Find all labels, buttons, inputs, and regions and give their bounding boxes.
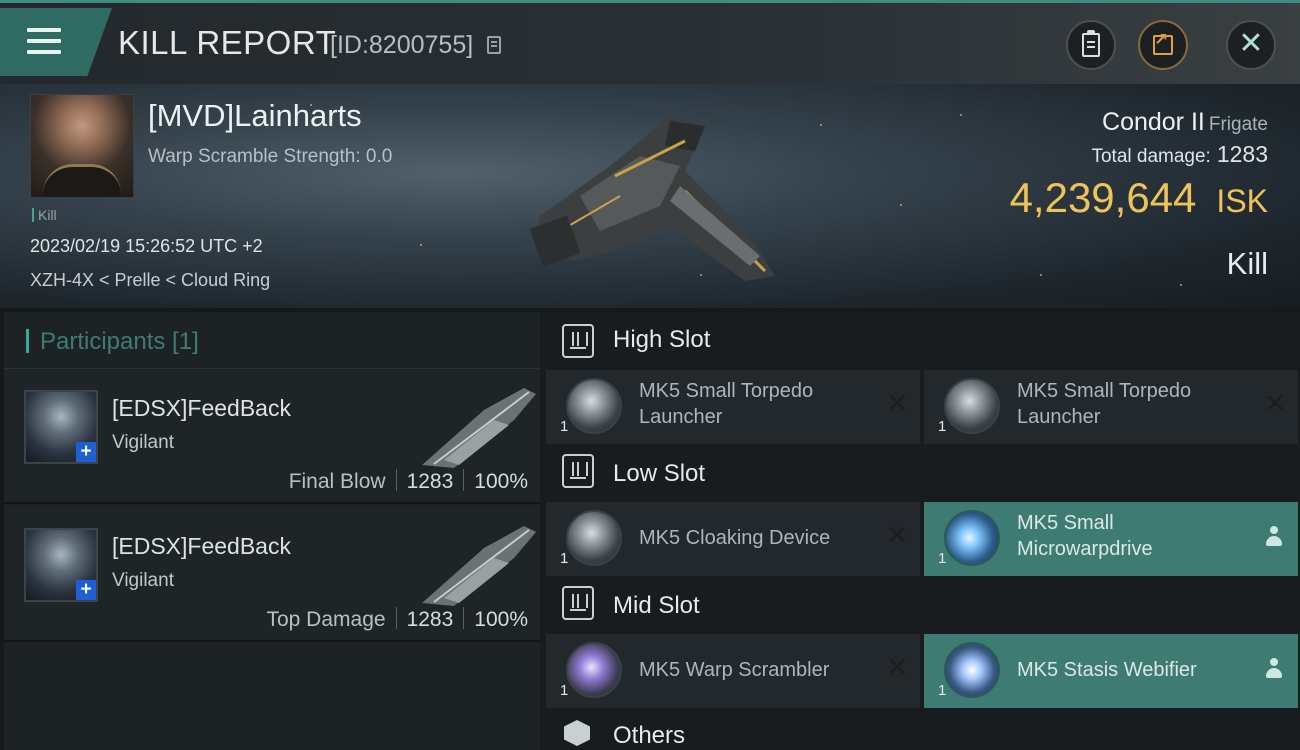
- mid-slot-title: Mid Slot: [613, 592, 700, 619]
- torpedo-launcher-icon: [944, 378, 1000, 434]
- ship-class: Frigate: [1208, 114, 1268, 135]
- destroyed-icon: ✕: [886, 520, 908, 550]
- others-header: Others: [540, 710, 1300, 750]
- destroyed-icon: ✕: [886, 388, 908, 418]
- clipboard-button[interactable]: [1066, 20, 1116, 70]
- participant-name[interactable]: [EDSX]FeedBack: [112, 533, 291, 560]
- top-accent-line: [0, 0, 1300, 3]
- isk-unit: ISK: [1216, 183, 1268, 219]
- module-quantity: 1: [560, 682, 569, 699]
- participant-ship-image: [422, 388, 536, 468]
- torpedo-launcher-icon: [566, 378, 622, 434]
- warp-scramble-strength: Warp Scramble Strength: 0.0: [148, 146, 393, 167]
- participant-percent: 100%: [474, 608, 528, 631]
- high-slot-header: High Slot: [540, 312, 1300, 370]
- participant-avatar[interactable]: +: [24, 390, 98, 464]
- module-name: MK5 Small Microwarpdrive: [1017, 512, 1153, 560]
- destroyed-icon: ✕: [1264, 388, 1286, 418]
- kill-location[interactable]: XZH-4X < Prelle < Cloud Ring: [30, 270, 270, 291]
- participant-stats: Top Damage 1283 100%: [266, 607, 528, 632]
- kill-timestamp: 2023/02/19 15:26:52 UTC +2: [30, 236, 263, 256]
- participant-damage: 1283: [406, 470, 454, 493]
- mid-slot-icon: [562, 586, 594, 620]
- destroyed-icon: ✕: [886, 652, 908, 682]
- participant-row[interactable]: + [EDSX]FeedBack Vigilant Final Blow 1283…: [4, 370, 540, 504]
- participant-damage: 1283: [406, 608, 454, 631]
- menu-button[interactable]: [0, 8, 112, 76]
- participant-row[interactable]: + [EDSX]FeedBack Vigilant Top Damage 1283…: [4, 508, 540, 642]
- kill-result-label: Kill: [1226, 246, 1268, 281]
- module-name: MK5 Warp Scrambler: [639, 659, 830, 681]
- participant-percent: 100%: [474, 470, 528, 493]
- isk-amount: 4,239,644: [1009, 174, 1197, 221]
- victim-panel: [MVD]Lainharts Warp Scramble Strength: 0…: [0, 84, 1300, 308]
- module-name: MK5 Stasis Webifier: [1017, 659, 1197, 681]
- module-quantity: 1: [560, 418, 569, 435]
- total-damage: Total damage: 1283: [1091, 141, 1268, 168]
- copy-icon[interactable]: [487, 36, 501, 54]
- module-quantity: 1: [938, 550, 947, 567]
- module-name: MK5 Small Torpedo Launcher: [639, 380, 814, 428]
- share-button[interactable]: ↗: [1138, 20, 1188, 70]
- others-title: Others: [613, 722, 686, 749]
- cloaking-device-icon: [566, 510, 622, 566]
- microwarpdrive-icon: [944, 510, 1000, 566]
- clipboard-icon: [1082, 30, 1100, 57]
- close-button[interactable]: ✕: [1226, 20, 1276, 70]
- ship-name-text: Condor II: [1102, 108, 1205, 136]
- mid-slot-header: Mid Slot: [540, 576, 1300, 634]
- module-name: MK5 Small Torpedo Launcher: [1017, 380, 1192, 428]
- low-slot-icon: [562, 454, 594, 488]
- stasis-webifier-icon: [944, 642, 1000, 698]
- module-item[interactable]: 1 MK5 Warp Scrambler ✕: [546, 634, 920, 708]
- low-slot-title: Low Slot: [613, 460, 706, 487]
- dropped-person-icon: [1266, 658, 1282, 680]
- victim-portrait[interactable]: [30, 94, 134, 198]
- participant-stats: Final Blow 1283 100%: [289, 469, 528, 494]
- report-id: [ID:8200755]: [330, 31, 474, 59]
- warp-scrambler-icon: [566, 642, 622, 698]
- low-slot-header: Low Slot: [540, 444, 1300, 502]
- fittings-panel: High Slot 1 MK5 Small Torpedo Launcher ✕…: [540, 312, 1300, 750]
- close-icon: ✕: [1238, 27, 1264, 60]
- module-quantity: 1: [560, 550, 569, 567]
- participants-title: Participants [1]: [40, 328, 199, 355]
- participant-role: Final Blow: [288, 470, 386, 493]
- victim-pilot-name[interactable]: [MVD]Lainharts: [148, 98, 362, 134]
- high-slot-icon: [562, 324, 594, 358]
- participant-ship: Vigilant: [112, 432, 174, 453]
- participant-avatar[interactable]: +: [24, 528, 98, 602]
- module-item[interactable]: 1 MK5 Stasis Webifier: [924, 634, 1298, 708]
- dropped-person-icon: [1266, 526, 1282, 548]
- participant-ship: Vigilant: [112, 570, 174, 591]
- victim-ship-render: [529, 116, 775, 281]
- module-name: MK5 Cloaking Device: [639, 527, 831, 549]
- participant-role: Top Damage: [266, 608, 386, 631]
- add-contact-icon[interactable]: +: [76, 442, 96, 462]
- page-title: KILL REPORT: [118, 24, 337, 61]
- module-item[interactable]: 1 MK5 Cloaking Device ✕: [546, 502, 920, 576]
- top-bar: KILL REPORT [ID:8200755] ↗ ✕: [0, 0, 1300, 84]
- share-arrow-icon: ↗: [1154, 30, 1169, 49]
- participants-panel: Participants [1] + [EDSX]FeedBack Vigila…: [4, 312, 540, 750]
- participant-ship-image: [422, 526, 536, 606]
- isk-value: 4,239,644 ISK: [1010, 174, 1268, 222]
- module-quantity: 1: [938, 418, 947, 435]
- victim-ship-name[interactable]: Condor II Frigate: [1102, 108, 1268, 137]
- participant-name[interactable]: [EDSX]FeedBack: [112, 395, 291, 422]
- module-item[interactable]: 1 MK5 Small Torpedo Launcher ✕: [924, 370, 1298, 444]
- total-damage-value: 1283: [1216, 141, 1268, 167]
- module-item[interactable]: 1 MK5 Small Microwarpdrive: [924, 502, 1298, 576]
- participants-header: Participants [1]: [4, 312, 540, 369]
- add-contact-icon[interactable]: +: [76, 580, 96, 600]
- cube-icon: [564, 720, 590, 746]
- module-quantity: 1: [938, 682, 947, 699]
- total-damage-label: Total damage:: [1091, 146, 1211, 167]
- module-item[interactable]: 1 MK5 Small Torpedo Launcher ✕: [546, 370, 920, 444]
- high-slot-title: High Slot: [613, 326, 711, 353]
- kill-tag: Kill: [32, 207, 57, 223]
